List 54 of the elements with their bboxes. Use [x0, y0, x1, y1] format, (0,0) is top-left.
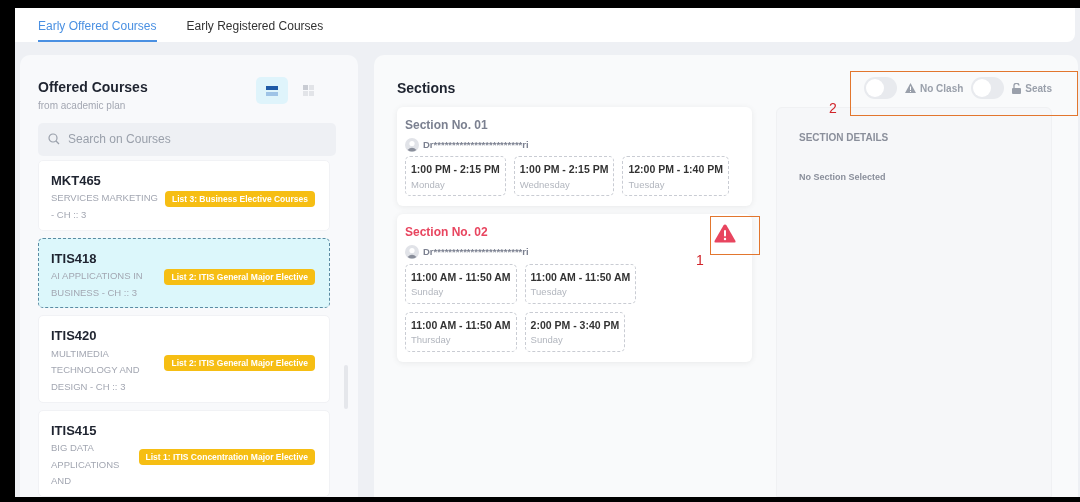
search-icon [48, 133, 60, 146]
avatar-icon [405, 245, 419, 260]
slot-time: 11:00 AM - 11:50 AM [411, 317, 511, 333]
category-tag: List 1: ITIS Concentration Major Elective [138, 449, 315, 466]
slot-day: Tuesday [628, 178, 723, 193]
slot-time: 1:00 PM - 2:15 PM [519, 162, 609, 178]
panel-subtitle: from academic plan [38, 99, 127, 113]
toggle-label: Seats [1025, 81, 1052, 96]
panel-title: Offered Courses [38, 78, 148, 97]
category-tag: List 2: ITIS General Major Elective [164, 354, 315, 371]
course-code: ITIS418 [51, 249, 98, 268]
slot-time: 1:00 PM - 2:15 PM [411, 162, 500, 178]
slot-time: 2:00 PM - 3:40 PM [530, 317, 620, 333]
instructor-name: Dr************************ri [423, 138, 529, 152]
lock-icon [1012, 82, 1022, 94]
course-code: ITIS420 [51, 327, 98, 346]
details-title: SECTION DETAILS [799, 131, 890, 145]
course-code: MKT465 [51, 171, 102, 190]
slot-time: 11:00 AM - 11:50 AM [530, 269, 631, 285]
slot-day: Thursday [411, 333, 511, 348]
category-tag: List 3: Business Elective Courses [164, 191, 315, 208]
slot-day: Monday [411, 178, 500, 193]
section-title: Section No. 01 [405, 117, 488, 134]
slot-day: Sunday [411, 285, 511, 300]
section-title: Section No. 02 [405, 224, 488, 242]
slot-day: Wednesday [519, 178, 609, 193]
course-card[interactable]: MKT465 SERVICES MARKETING - CH :: 3 List 3: Business Elective Courses [38, 159, 330, 231]
avatar-icon [405, 138, 419, 153]
callout-number: 1 [696, 253, 704, 267]
slot-time: 12:00 PM - 1:40 PM [628, 162, 723, 178]
tab[interactable]: Early Registered Courses [186, 8, 324, 42]
callout-number: 2 [829, 101, 837, 115]
callout-box [710, 216, 760, 255]
panel-title: Sections [397, 78, 456, 98]
course-name: MULTIMEDIA TECHNOLOGY AND DESIGN - CH :: 3 [51, 346, 141, 394]
toggle-label: No Clash [919, 81, 964, 96]
course-name: AI APPLICATIONS IN BUSINESS - CH :: 3 [51, 269, 144, 300]
course-name: SERVICES MARKETING - CH :: 3 [51, 191, 159, 222]
list-view-toggle[interactable] [256, 77, 288, 104]
slot-time: 11:00 AM - 11:50 AM [411, 269, 511, 285]
course-card[interactable]: ITIS418 AI APPLICATIONS IN BUSINESS - CH :: 3 List 2: ITIS General Major Elective [38, 237, 330, 309]
category-tag: List 2: ITIS General Major Elective [164, 268, 315, 285]
course-code: ITIS415 [51, 421, 98, 440]
slot-day: Tuesday [530, 285, 631, 300]
empty-message: No Section Selected [799, 171, 887, 184]
course-card[interactable]: ITIS420 MULTIMEDIA TECHNOLOGY AND DESIGN - CH :: 3 List 2: ITIS General Major Elective [38, 315, 330, 403]
course-card[interactable]: ITIS415 BIG DATA APPLICATIONS AND List 1: ITIS Concentration Major Elective [38, 409, 330, 497]
grid-view-icon [302, 85, 314, 96]
slot-day: Sunday [530, 333, 620, 348]
section-card[interactable]: Section No. 01 Dr************************ri 1:00 PM - 2:15 PM Monday 1:00 PM - 2:15 PM Wednesday 12:00 PM - 1:40 PM Tuesday [397, 107, 752, 207]
warning-icon [904, 83, 916, 93]
list-view-icon [266, 84, 278, 97]
instructor-name: Dr************************ri [423, 245, 529, 260]
course-name: BIG DATA APPLICATIONS AND [51, 441, 121, 489]
